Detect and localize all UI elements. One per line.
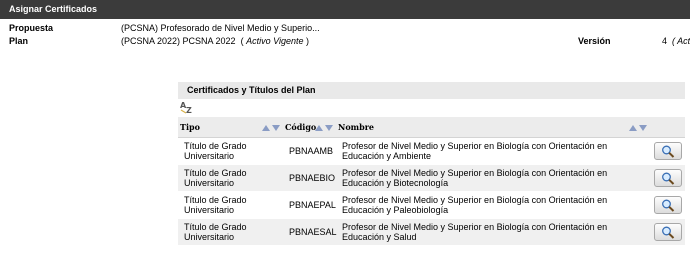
- column-header-nombre[interactable]: Nombre: [336, 117, 650, 138]
- view-button[interactable]: [653, 196, 682, 214]
- cell-action: [650, 218, 685, 246]
- column-header-tipo[interactable]: Tipo: [178, 117, 283, 138]
- cell-action: [650, 191, 685, 219]
- az-sort-icon[interactable]: A Z: [180, 101, 194, 115]
- window-title-bar: Asignar Certificados: [0, 0, 690, 19]
- window-title: Asignar Certificados: [9, 4, 98, 14]
- cell-tipo: Título de Grado Universitario: [178, 218, 283, 246]
- magnifier-icon: [661, 172, 674, 185]
- cell-codigo: PBNAEBIO: [283, 164, 336, 192]
- plan-value: (PCSNA 2022) PCSNA 2022: [121, 36, 236, 46]
- sort-asc-desc-icon[interactable]: [262, 124, 280, 131]
- propuesta-label: Propuesta: [9, 23, 54, 33]
- view-button[interactable]: [653, 169, 682, 187]
- cell-codigo: PBNAESAL: [283, 218, 337, 246]
- table-row: Título de Grado Universitario PBNAESAL P…: [178, 218, 685, 246]
- plan-status-open: (: [240, 36, 244, 46]
- svg-text:Z: Z: [186, 106, 192, 114]
- magnifier-icon: [661, 226, 674, 239]
- magnifier-icon: [661, 145, 674, 158]
- sort-asc-desc-icon[interactable]: [629, 124, 647, 131]
- section-title: Certificados y Títulos del Plan: [187, 85, 316, 95]
- column-label-tipo: Tipo: [180, 122, 200, 132]
- magnifier-icon: [661, 199, 674, 212]
- table-row: Título de Grado Universitario PBNAEBIO P…: [178, 164, 685, 192]
- table-header-row: Tipo Código Nombre: [178, 117, 685, 138]
- table-row: Título de Grado Universitario PBNAAMB Pr…: [178, 137, 685, 165]
- plan-status-close: ): [305, 36, 309, 46]
- plan-value-line: (PCSNA 2022) PCSNA 2022 ( Activo Vigente…: [121, 36, 309, 46]
- view-button[interactable]: [653, 142, 682, 160]
- cell-tipo: Título de Grado Universitario: [178, 137, 283, 165]
- propuesta-value: (PCSNA) Profesorado de Nivel Medio y Sup…: [121, 23, 320, 33]
- table-row: Título de Grado Universitario PBNAEPAL P…: [178, 191, 685, 219]
- version-label: Versión: [578, 36, 611, 46]
- sort-asc-desc-icon[interactable]: [315, 124, 333, 131]
- cell-codigo: PBNAEPAL: [283, 191, 336, 219]
- column-header-codigo[interactable]: Código: [283, 117, 336, 138]
- version-value: 4: [662, 36, 668, 46]
- cell-action: [650, 137, 685, 165]
- cell-tipo: Título de Grado Universitario: [178, 164, 283, 192]
- column-label-codigo: Código: [285, 122, 317, 132]
- cell-nombre: Profesor de Nivel Medio y Superior en Bi…: [336, 218, 650, 246]
- view-button[interactable]: [653, 223, 682, 241]
- cell-action: [650, 164, 685, 192]
- section-header: Certificados y Títulos del Plan: [178, 82, 685, 99]
- cell-nombre: Profesor de Nivel Medio y Superior en Bi…: [336, 164, 650, 192]
- cell-tipo: Título de Grado Universitario: [178, 191, 283, 219]
- cell-nombre: Profesor de Nivel Medio y Superior en Bi…: [336, 137, 650, 165]
- column-header-actions: [650, 117, 685, 138]
- plan-label: Plan: [9, 36, 29, 46]
- certificates-table: Tipo Código Nombre Título de Grado Unive…: [178, 117, 685, 246]
- version-status: ( Acti: [672, 36, 690, 46]
- plan-status: Activo Vigente: [246, 36, 304, 46]
- column-label-nombre: Nombre: [338, 122, 375, 132]
- cell-nombre: Profesor de Nivel Medio y Superior en Bi…: [336, 191, 650, 219]
- cell-codigo: PBNAAMB: [283, 137, 336, 165]
